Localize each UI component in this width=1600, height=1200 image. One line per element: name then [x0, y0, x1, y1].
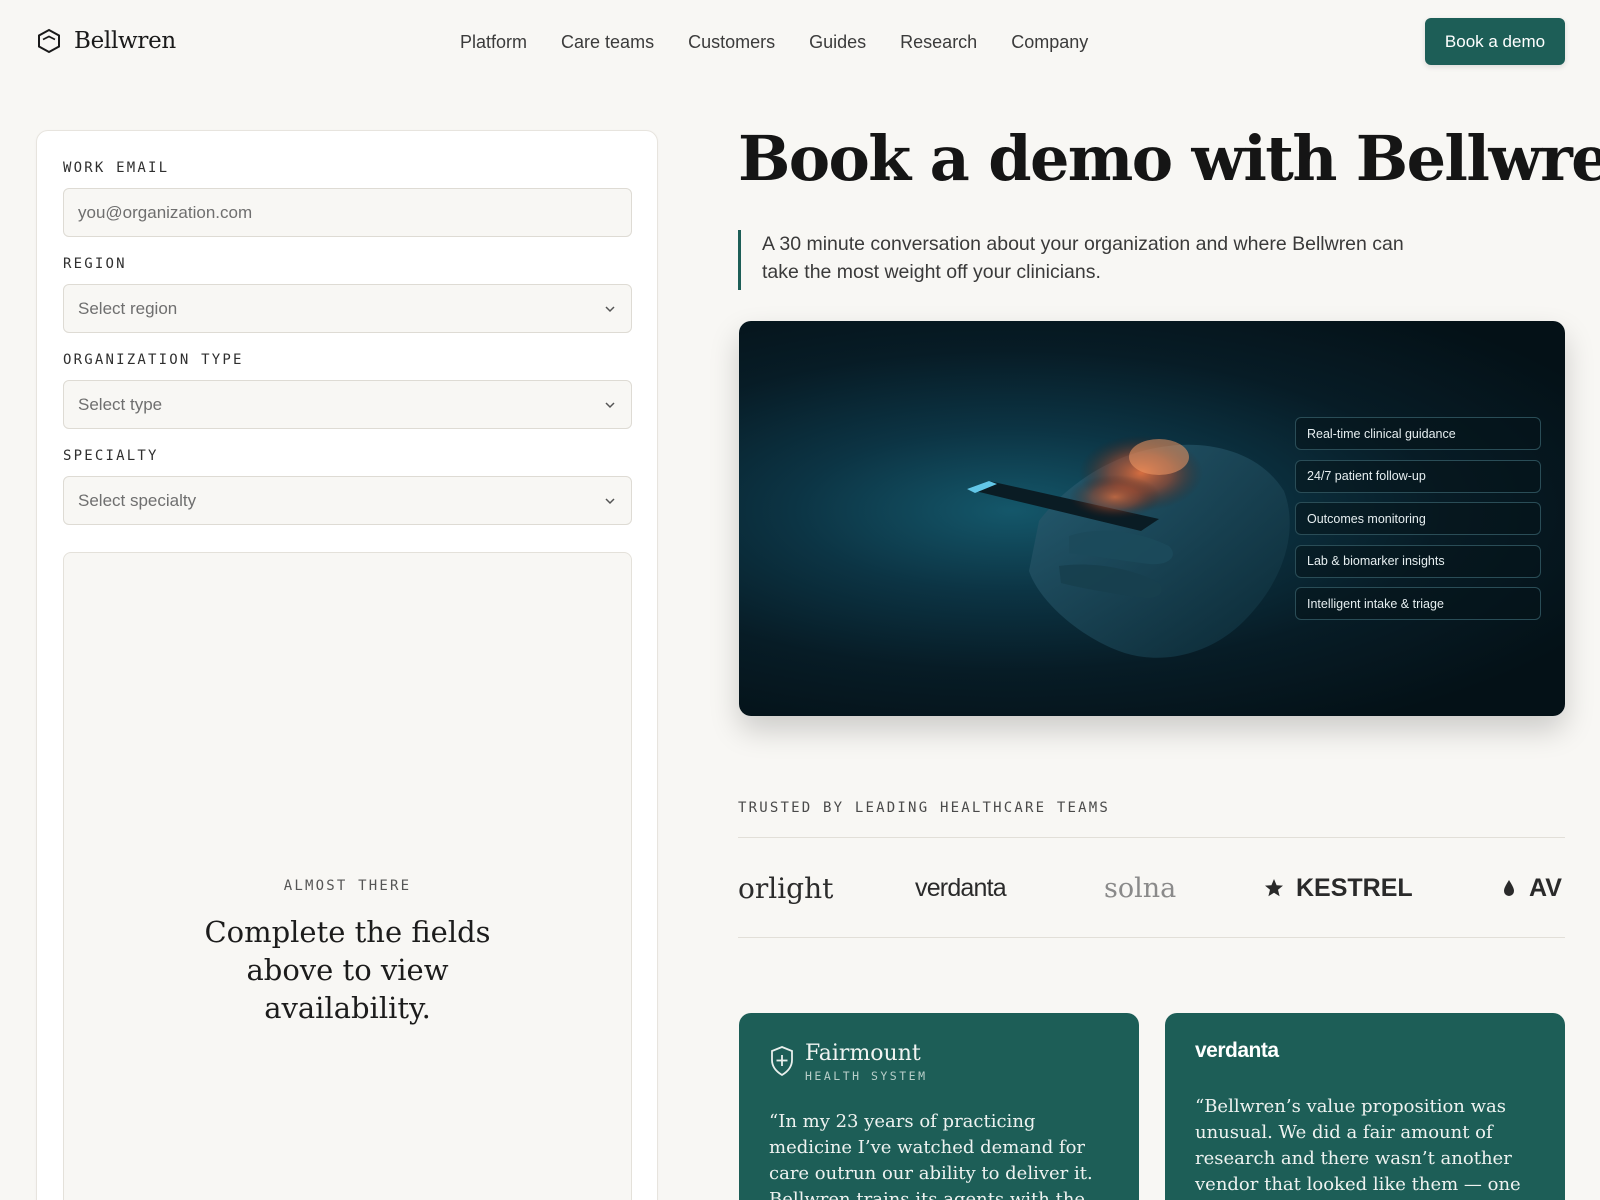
work-email-input[interactable]: you@organization.com	[63, 188, 632, 237]
feature-tag: Outcomes monitoring	[1295, 502, 1541, 535]
av-wordmark: AV	[1529, 873, 1562, 902]
brand-name: Bellwren	[74, 28, 176, 54]
testimonial-card-fairmount: Fairmount HEALTH SYSTEM “In my 23 years …	[739, 1013, 1139, 1200]
region-select[interactable]: Select region	[63, 284, 632, 333]
feature-tag: Real-time clinical guidance	[1295, 417, 1541, 450]
chevron-down-icon	[605, 305, 615, 312]
fairmount-name: Fairmount	[805, 1041, 921, 1066]
feature-tag: Lab & biomarker insights	[1295, 544, 1541, 578]
testimonial-card-verdanta: verdanta “Bellwren’s value proposition w…	[1165, 1013, 1565, 1200]
page-subtitle: A 30 minute conversation about your orga…	[738, 230, 1418, 290]
fairmount-logo: Fairmount HEALTH SYSTEM	[769, 1041, 928, 1083]
organization-type-select-value: Select type	[78, 394, 163, 414]
brand-logo[interactable]: Bellwren	[36, 26, 176, 56]
customer-logo-verdanta: verdanta	[915, 873, 1007, 902]
testimonial-quote: “Bellwren’s value proposition was unusua…	[1195, 1096, 1521, 1195]
customer-logo-kestrel: KESTREL	[1264, 868, 1413, 908]
region-select-value: Select region	[78, 298, 178, 318]
specialty-select[interactable]: Select specialty	[63, 476, 632, 525]
verdanta-logo: verdanta	[1195, 1039, 1279, 1062]
testimonial-quote: “In my 23 years of practicing medicine I…	[769, 1111, 1093, 1200]
main-nav: Platform Care teams Customers Guides Res…	[460, 28, 1122, 56]
fairmount-subtitle: HEALTH SYSTEM	[805, 1069, 928, 1083]
star-icon	[1265, 879, 1283, 897]
work-email-label: WORK EMAIL	[63, 160, 170, 176]
chevron-down-icon	[605, 497, 615, 504]
page-title: Book a demo with Bellwren.	[738, 122, 1600, 195]
hero-image: Real-time clinical guidance 24/7 patient…	[739, 321, 1565, 716]
chevron-down-icon	[605, 401, 615, 408]
feature-tag: 24/7 patient follow-up	[1295, 459, 1541, 493]
organization-type-label: ORGANIZATION TYPE	[63, 352, 244, 368]
site-header: Bellwren Platform Care teams Customers G…	[0, 0, 1600, 84]
nav-platform[interactable]: Platform	[460, 28, 527, 56]
hexagon-logo-icon	[38, 28, 60, 54]
kestrel-wordmark: KESTREL	[1296, 873, 1413, 902]
availability-panel: ALMOST THERE Complete the fields above t…	[63, 552, 632, 1200]
trusted-label: TRUSTED BY LEADING HEALTHCARE TEAMS	[738, 800, 1111, 816]
nav-company[interactable]: Company	[1011, 28, 1088, 56]
nav-research[interactable]: Research	[900, 28, 977, 56]
nav-customers[interactable]: Customers	[688, 28, 775, 56]
region-label: REGION	[63, 256, 127, 272]
customer-logo-strip: orlight verdanta solna KESTREL AV	[738, 837, 1565, 938]
demo-form-card: WORK EMAIL you@organization.com REGION S…	[36, 130, 658, 1200]
availability-message: Complete the fields above to view availa…	[204, 915, 491, 1025]
nav-care-teams[interactable]: Care teams	[561, 28, 654, 56]
feature-tag: Intelligent intake & triage	[1295, 587, 1541, 620]
customer-logo-av: AV	[1503, 868, 1562, 908]
specialty-select-value: Select specialty	[78, 490, 197, 510]
customer-logo-solna: solna	[1104, 872, 1177, 904]
availability-kicker: ALMOST THERE	[283, 878, 412, 894]
book-demo-button[interactable]: Book a demo	[1425, 18, 1565, 65]
feature-tag-list: Real-time clinical guidance 24/7 patient…	[1295, 417, 1541, 630]
specialty-label: SPECIALTY	[63, 448, 159, 464]
nav-guides[interactable]: Guides	[809, 28, 866, 56]
customer-logo-orlight: orlight	[738, 871, 834, 905]
organization-type-select[interactable]: Select type	[63, 380, 632, 429]
shield-plus-icon	[771, 1046, 793, 1077]
drop-icon	[1504, 880, 1514, 896]
